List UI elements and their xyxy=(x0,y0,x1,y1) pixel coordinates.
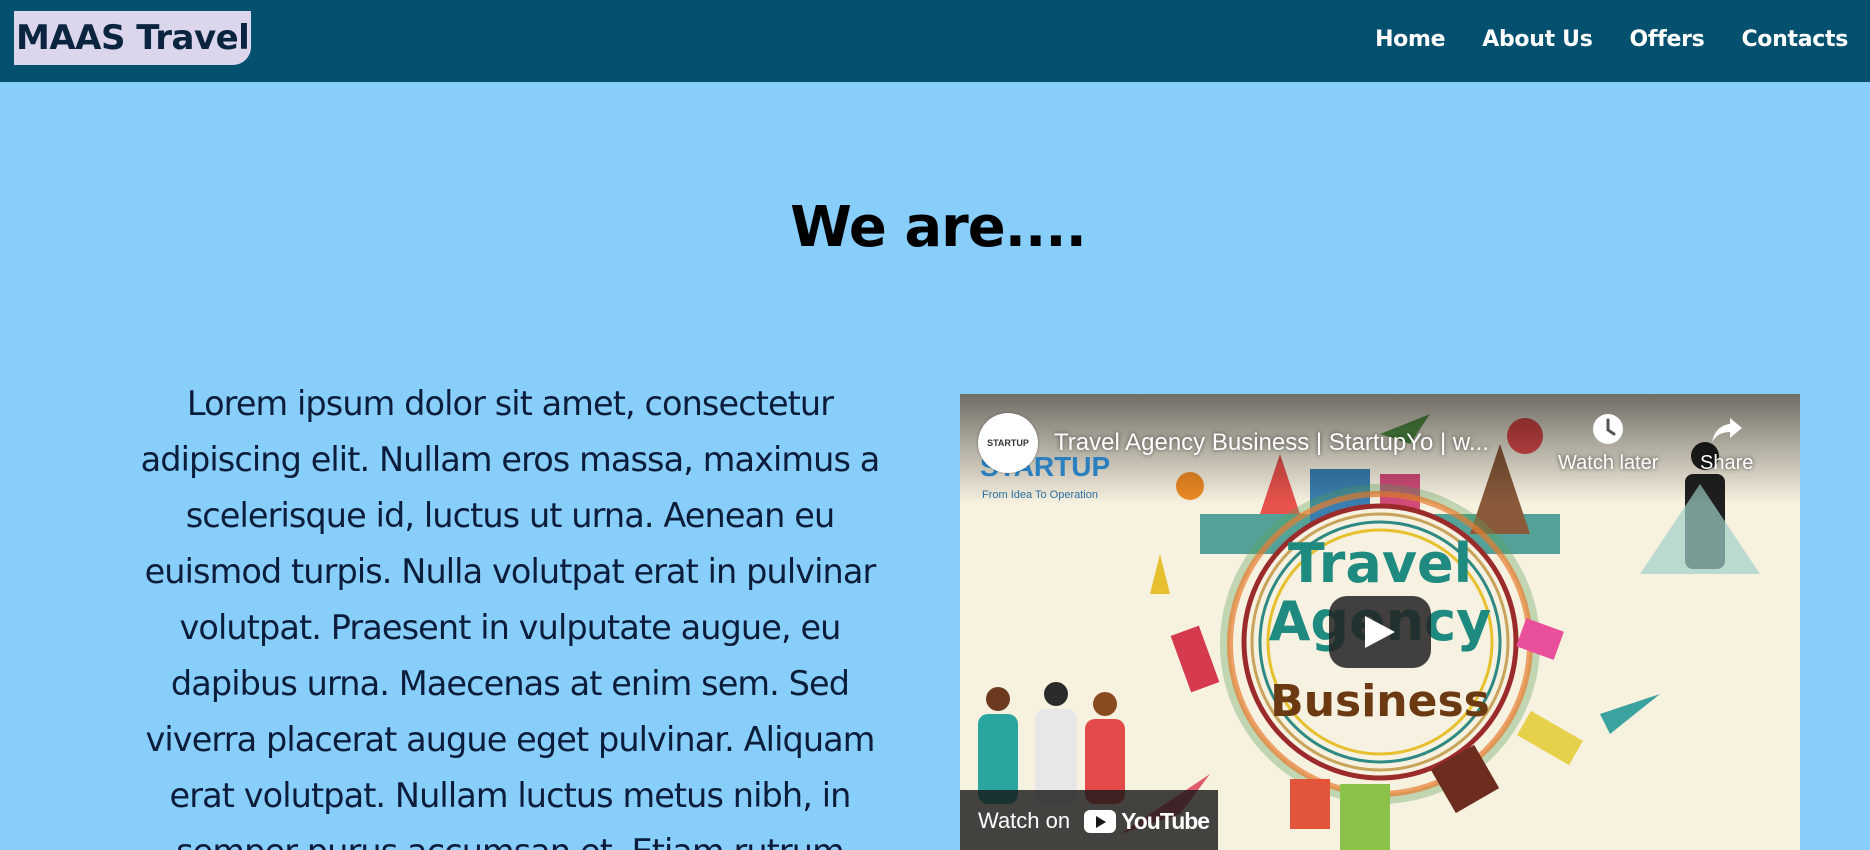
video-title[interactable]: Travel Agency Business | StartupYo | w..… xyxy=(1054,429,1489,457)
thumb-business-text: Business xyxy=(1270,676,1490,727)
play-button[interactable] xyxy=(1329,596,1431,668)
navbar: MAAS Travel Home About Us Offers Contact… xyxy=(0,0,1870,82)
thumb-tagline: From Idea To Operation xyxy=(982,489,1098,501)
youtube-logo: YouTube xyxy=(1084,807,1210,835)
share-icon xyxy=(1711,418,1742,442)
youtube-wordmark: YouTube xyxy=(1121,807,1210,834)
clock-icon xyxy=(1593,414,1624,444)
intro-paragraph: Lorem ipsum dolor sit amet, consectetur … xyxy=(140,384,881,850)
youtube-video-embed[interactable]: STARTUP From Idea To Operation Travel Ag… xyxy=(960,394,1800,850)
play-icon xyxy=(1365,616,1395,648)
section-heading: We are.... xyxy=(790,195,1087,260)
watch-later-button[interactable]: Watch later xyxy=(1558,412,1658,475)
nav-about-us[interactable]: About Us xyxy=(1482,27,1593,52)
nav-contacts[interactable]: Contacts xyxy=(1741,27,1848,52)
share-button[interactable]: Share xyxy=(1700,412,1753,475)
share-label: Share xyxy=(1700,452,1754,474)
youtube-play-icon xyxy=(1084,809,1117,833)
main-nav: Home About Us Offers Contacts xyxy=(1375,0,1848,78)
site-logo[interactable]: MAAS Travel xyxy=(14,11,252,65)
watch-on-label: Watch on xyxy=(978,808,1071,833)
watch-on-youtube-button[interactable]: Watch on YouTube xyxy=(960,790,1218,850)
nav-home[interactable]: Home xyxy=(1375,27,1445,52)
thumb-travel-text: Travel xyxy=(1287,532,1473,595)
channel-avatar-label: STARTUP xyxy=(987,438,1029,448)
channel-avatar[interactable]: STARTUP xyxy=(978,413,1038,473)
nav-offers[interactable]: Offers xyxy=(1630,27,1705,52)
watch-later-label: Watch later xyxy=(1558,452,1659,474)
